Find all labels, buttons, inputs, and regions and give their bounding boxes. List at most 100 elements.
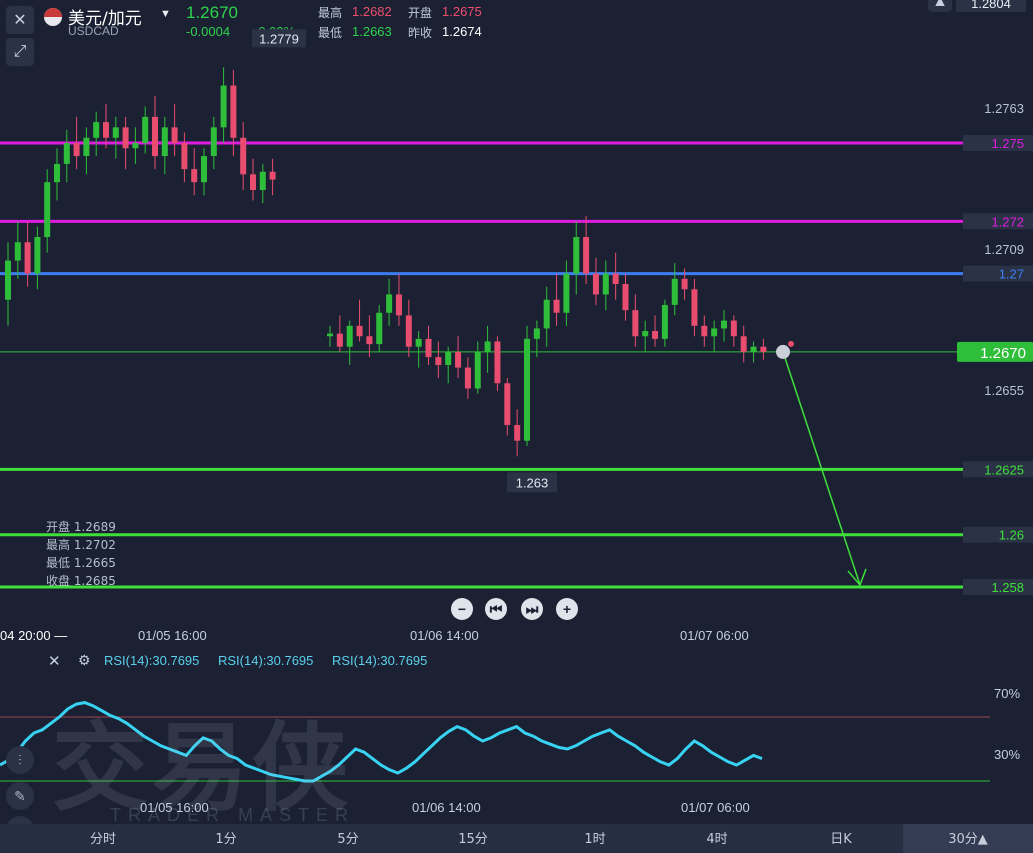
candle-body bbox=[504, 383, 511, 426]
axis-tick-label: 1.2763 bbox=[984, 101, 1024, 116]
candle-body bbox=[122, 127, 129, 149]
candle-body bbox=[514, 425, 521, 441]
ohlc-low: 1.2665 bbox=[73, 556, 116, 570]
candle-body bbox=[573, 237, 580, 274]
timeframe-tab-active[interactable]: 30分▲ bbox=[938, 828, 998, 847]
rsi-time-label: 01/06 14:00 bbox=[412, 800, 481, 815]
candle-body bbox=[524, 338, 530, 441]
forecast-arrow bbox=[784, 357, 861, 586]
candle-body bbox=[494, 341, 501, 384]
candle-body bbox=[622, 284, 629, 311]
candle-body bbox=[543, 299, 550, 329]
candle-body bbox=[171, 127, 178, 144]
price-chart[interactable]: 1.2763 1.2709 1.2655 1.275 1.272 1.27 1.2625 1.… bbox=[0, 0, 1033, 620]
candle-body bbox=[455, 351, 462, 368]
timeframe-tab[interactable]: 1分 bbox=[196, 828, 256, 847]
timeframe-bar bbox=[0, 824, 1033, 853]
candle-body bbox=[395, 294, 402, 316]
zoom-out-button[interactable]: − bbox=[451, 598, 473, 620]
candle-body bbox=[464, 367, 471, 389]
candle-body bbox=[405, 315, 412, 347]
candle-body bbox=[132, 143, 139, 149]
level-label: 1.272 bbox=[991, 214, 1024, 229]
rsi-label: RSI(14):30.7695 bbox=[332, 653, 428, 668]
candle-body bbox=[740, 336, 747, 352]
ohlc-high: 1.2702 bbox=[73, 538, 116, 552]
level-label: 1.27 bbox=[999, 267, 1024, 282]
axis-tick-label: 1.2655 bbox=[984, 383, 1024, 398]
candle-body bbox=[152, 116, 158, 157]
ohlc-high-label: 最高 bbox=[46, 538, 71, 552]
candle-body bbox=[93, 122, 100, 138]
timeframe-tab[interactable]: 1时 bbox=[565, 828, 625, 847]
close-icon[interactable]: ✕ bbox=[48, 652, 61, 670]
candle-body bbox=[425, 338, 432, 358]
candle-body bbox=[269, 171, 276, 180]
candle-body bbox=[671, 278, 678, 305]
candle-body bbox=[563, 273, 570, 313]
timeframe-tab[interactable]: 日K bbox=[811, 828, 871, 847]
pen-icon[interactable]: ✎ bbox=[6, 782, 34, 810]
candle-body bbox=[230, 85, 237, 138]
candle-body bbox=[711, 328, 718, 337]
axis-tick-label: 1.2709 bbox=[984, 242, 1024, 257]
candle-body bbox=[366, 336, 373, 345]
candle-body bbox=[259, 171, 266, 191]
ohlc-box: 开盘 1.2689 最高 1.2702 最低 1.2665 收盘 1.2685 bbox=[46, 518, 116, 590]
current-price-label: 1.2670 bbox=[980, 345, 1026, 362]
candle-body bbox=[14, 242, 21, 261]
candle-body bbox=[201, 156, 207, 183]
level-label: 1.258 bbox=[991, 580, 1024, 595]
candle-body bbox=[181, 143, 188, 170]
candle-body bbox=[327, 333, 333, 337]
min-annotation: 1.263 bbox=[516, 475, 549, 490]
candle-body bbox=[612, 273, 619, 285]
rsi-label: RSI(14):30.7695 bbox=[104, 653, 200, 668]
scroll-end-button[interactable]: ⏭ bbox=[521, 598, 543, 620]
time-label: 01/07 06:00 bbox=[680, 628, 749, 643]
settings-icon[interactable]: ⚙ bbox=[78, 652, 91, 669]
candle-body bbox=[760, 346, 767, 352]
candle-body bbox=[661, 304, 668, 339]
level-label: 1.2625 bbox=[984, 462, 1024, 477]
zoom-in-button[interactable]: + bbox=[556, 598, 578, 620]
rsi-upper-label: 70% bbox=[994, 686, 1021, 701]
time-label: 01/05 16:00 bbox=[138, 628, 207, 643]
candle-body bbox=[386, 294, 393, 313]
timeframe-tab[interactable]: 分时 bbox=[73, 828, 133, 847]
candle-body bbox=[730, 320, 737, 337]
candle-body bbox=[240, 137, 247, 175]
candle-body bbox=[356, 325, 363, 337]
timeframe-tab[interactable]: 5分 bbox=[318, 828, 378, 847]
candle-body bbox=[652, 331, 659, 339]
candle-body bbox=[63, 143, 70, 164]
candle-body bbox=[5, 260, 11, 300]
candle-body bbox=[142, 116, 149, 144]
candle-body bbox=[220, 85, 227, 128]
candle-body bbox=[103, 122, 109, 138]
info-icon bbox=[776, 344, 790, 359]
candle-body bbox=[376, 312, 383, 345]
alert-dot bbox=[788, 340, 794, 347]
timeframe-tab[interactable]: 15分 bbox=[443, 828, 503, 847]
indicator-icon[interactable]: ⫶ bbox=[6, 746, 34, 774]
ohlc-close-label: 收盘 bbox=[46, 574, 71, 588]
candle-body bbox=[73, 143, 80, 157]
timeframe-tab[interactable]: 4时 bbox=[687, 828, 747, 847]
candle-body bbox=[691, 289, 698, 326]
candle-body bbox=[250, 174, 256, 191]
candle-body bbox=[533, 328, 540, 339]
crosshair-time: 04 20:00 — bbox=[0, 628, 68, 643]
candle-body bbox=[112, 127, 119, 138]
candle-body bbox=[445, 351, 452, 365]
rsi-time-label: 01/05 16:00 bbox=[140, 800, 209, 815]
candle-body bbox=[474, 351, 481, 389]
candle-body bbox=[721, 320, 727, 329]
candle-body bbox=[484, 341, 491, 352]
candle-body bbox=[701, 325, 708, 337]
candle-body bbox=[210, 127, 217, 157]
candle-body bbox=[592, 273, 599, 295]
candle-body bbox=[553, 299, 560, 313]
candle-body bbox=[583, 237, 590, 274]
scroll-start-button[interactable]: ⏮ bbox=[485, 598, 507, 620]
